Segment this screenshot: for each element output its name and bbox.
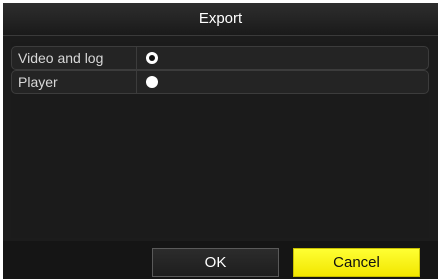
dialog-footer: OK Cancel [3,241,438,279]
option-label-video-and-log: Video and log [12,47,137,69]
option-label-player: Player [12,71,137,93]
export-options-panel: Video and log Player [11,42,429,238]
dialog-title: Export [3,3,438,36]
option-row-video-and-log[interactable]: Video and log [11,46,429,70]
radio-player[interactable] [146,76,158,88]
cancel-button[interactable]: Cancel [293,248,420,277]
export-dialog: Export Video and log Player OK Cancel [0,0,441,279]
radio-video-and-log[interactable] [146,52,158,64]
option-row-player[interactable]: Player [11,70,429,94]
ok-button[interactable]: OK [152,248,279,277]
